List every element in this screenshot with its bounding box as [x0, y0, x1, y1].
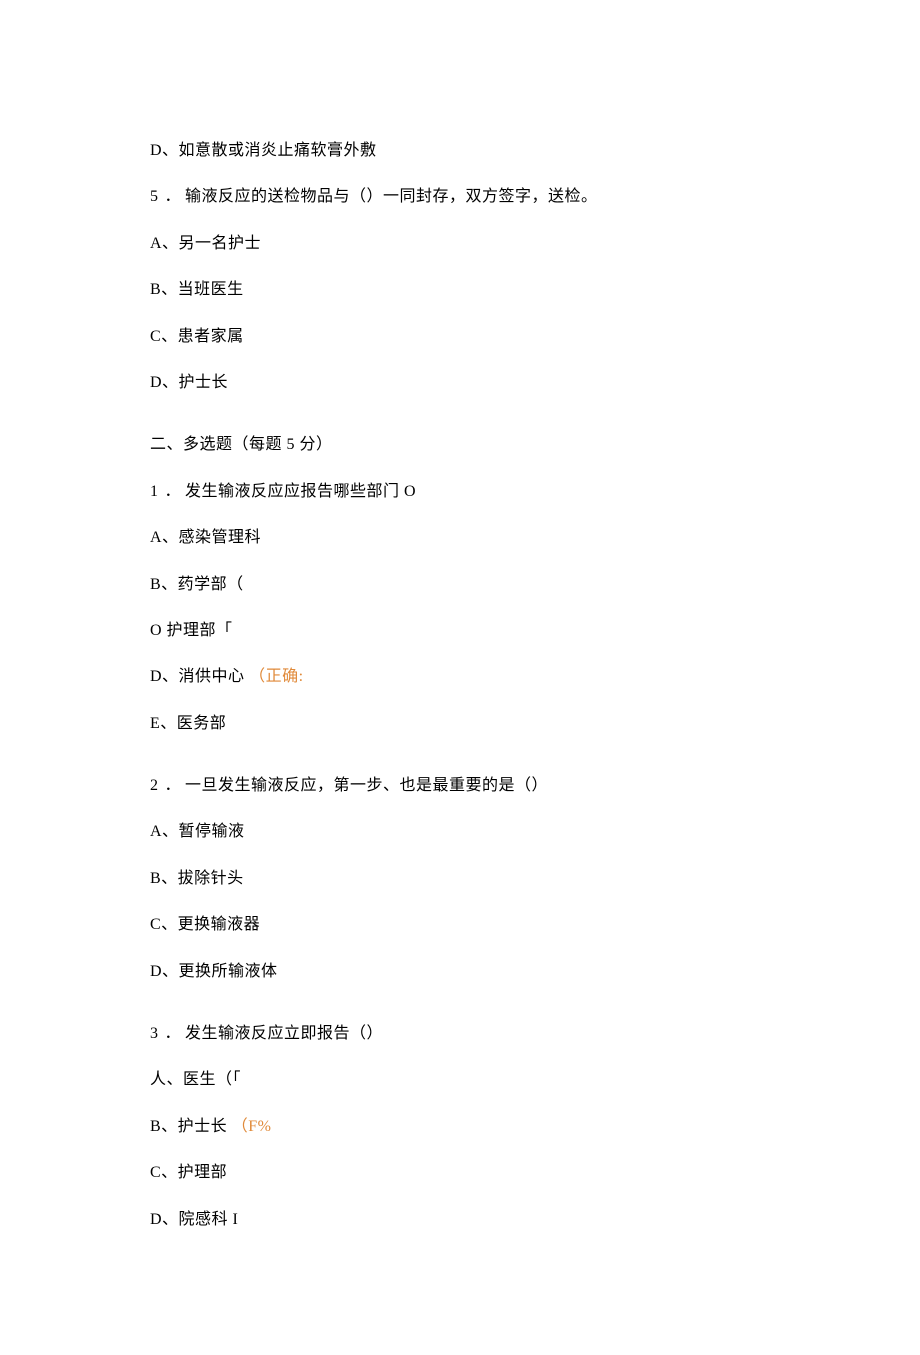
mq1-option-d: D、消供中心 （正确:	[150, 666, 770, 688]
q5-option-b: B、当班医生	[150, 279, 770, 301]
q5-option-a: A、另一名护士	[150, 233, 770, 255]
mq2-dot: ．	[165, 775, 182, 797]
mq1-option-d-text: D、消供中心	[150, 668, 245, 685]
mq3-number: 3	[150, 1023, 159, 1045]
mq2-option-b: B、拔除针头	[150, 868, 770, 890]
mq3-option-b: B、护士长 （F%	[150, 1116, 770, 1138]
document-page: D、如意散或消炎止痛软膏外敷 5．输液反应的送检物品与（）一同封存，双方签字，送…	[0, 0, 920, 1355]
mq2-stem: 2 ．一旦发生输液反应，第一步、也是最重要的是（）	[150, 775, 770, 797]
mq1-text: 发生输液反应应报告哪些部门 O	[185, 483, 416, 500]
mq1-option-a: A、感染管理科	[150, 527, 770, 549]
q5-number: 5	[150, 186, 159, 208]
mq2-option-a: A、暂停输液	[150, 821, 770, 843]
mq3-option-d: D、院感科 I	[150, 1209, 770, 1231]
mq1-option-e: E、医务部	[150, 713, 770, 735]
mq1-number: 1	[150, 481, 159, 503]
mq3-dot: ．	[165, 1023, 182, 1045]
mq1-dot: ．	[165, 481, 182, 503]
mq2-number: 2	[150, 775, 159, 797]
mq2-option-c: C、更换输液器	[150, 914, 770, 936]
q5-option-d: D、护士长	[150, 372, 770, 394]
mq1-stem: 1 ．发生输液反应应报告哪些部门 O	[150, 481, 770, 503]
section-2-title: 二、多选题（每题 5 分）	[150, 434, 770, 456]
mq3-option-b-note: （F%	[232, 1118, 272, 1135]
q5-text: 输液反应的送检物品与（）一同封存，双方签字，送检。	[185, 188, 598, 205]
mq2-option-d: D、更换所输液体	[150, 961, 770, 983]
mq3-text: 发生输液反应立即报告（）	[185, 1025, 383, 1042]
mq3-stem: 3 ．发生输液反应立即报告（）	[150, 1023, 770, 1045]
q5-stem: 5 ．输液反应的送检物品与（）一同封存，双方签字，送检。	[150, 186, 770, 208]
q5-option-c: C、患者家属	[150, 326, 770, 348]
mq1-option-c: O 护理部「	[150, 620, 770, 642]
mq3-option-c: C、护理部	[150, 1162, 770, 1184]
mq1-option-b: B、药学部（	[150, 574, 770, 596]
mq3-option-b-text: B、护士长	[150, 1118, 227, 1135]
q5-dot: ．	[165, 186, 182, 208]
mq3-option-a: 人、医生（「	[150, 1069, 770, 1091]
prev-question-option-d: D、如意散或消炎止痛软膏外敷	[150, 140, 770, 162]
mq1-option-d-note: （正确:	[249, 668, 303, 685]
mq2-text: 一旦发生输液反应，第一步、也是最重要的是（）	[185, 777, 548, 794]
